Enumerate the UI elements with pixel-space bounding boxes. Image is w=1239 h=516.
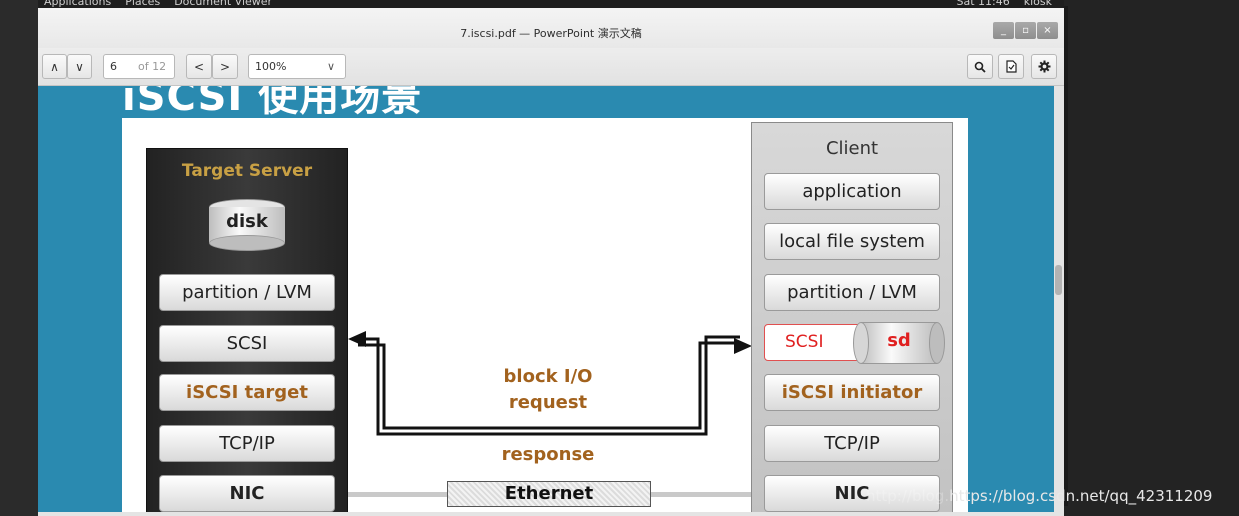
watermark: http://blog.https://blog.csdn.net/qq_423… [866, 487, 1212, 505]
toolbar: ∧ ∨ 6 of 12 < > 100% ∨ [38, 48, 1064, 86]
client-layer-tcpip: TCP/IP [764, 425, 940, 462]
server-layer-nic: NIC [159, 475, 335, 512]
previous-page-button[interactable]: ∧ [42, 54, 67, 79]
applications-menu[interactable]: Applications [44, 0, 111, 8]
chevron-left-icon: < [193, 59, 205, 74]
client-scsi-label: SCSI [785, 332, 824, 352]
desktop-top-bar: Applications Places Document Viewer Sat … [38, 0, 1064, 8]
sd-label: sd [887, 330, 911, 351]
sd-cylinder: sd [853, 322, 945, 364]
history-forward-button[interactable]: > [212, 54, 238, 79]
history-back-button[interactable]: < [186, 54, 212, 79]
watermark-faint: http://blog. [866, 487, 950, 505]
disk-cylinder: disk [209, 199, 285, 251]
document-view[interactable]: iSCSI 使用场景 Target Server disk partition … [38, 86, 1054, 512]
zoom-dropdown-icon[interactable]: ∨ [327, 60, 335, 73]
outer-scrollbar[interactable] [1064, 6, 1068, 506]
chevron-down-icon: ∨ [75, 59, 84, 74]
disk-label: disk [226, 211, 268, 232]
slide-title: iSCSI 使用场景 [122, 86, 423, 120]
settings-button[interactable] [1031, 54, 1057, 79]
server-layer-iscsi-target: iSCSI target [159, 374, 335, 411]
close-button[interactable]: × [1037, 22, 1058, 39]
document-viewer-window: 7.iscsi.pdf — PowerPoint 演示文稿 _ ▫ × ∧ ∨ … [38, 8, 1064, 516]
chevron-up-icon: ∧ [50, 59, 59, 74]
client-layer-local-file-system: local file system [764, 223, 940, 260]
places-menu[interactable]: Places [125, 0, 160, 8]
server-layer-tcpip: TCP/IP [159, 425, 335, 462]
arrow-head-left [348, 331, 366, 347]
search-icon [974, 61, 986, 73]
slide-content: Target Server disk partition / LVM SCSI … [122, 118, 968, 512]
client-layer-application: application [764, 173, 940, 210]
watermark-text: https://blog.csdn.net/qq_42311209 [949, 487, 1213, 505]
arrow-head-right [734, 338, 752, 354]
zoom-select[interactable]: 100% ∨ [248, 54, 346, 79]
search-button[interactable] [967, 54, 993, 79]
user-menu[interactable]: kiosk [1024, 0, 1052, 8]
chevron-right-icon: > [219, 59, 231, 74]
client-layer-scsi: SCSI sd [764, 322, 945, 364]
client-layer-partition: partition / LVM [764, 274, 940, 311]
page-total-label: of 12 [138, 60, 167, 73]
maximize-button[interactable]: ▫ [1015, 22, 1036, 39]
gear-icon [1038, 60, 1050, 73]
client-box: Client application local file system par… [751, 122, 953, 512]
client-title: Client [825, 138, 879, 159]
document-viewer-menu[interactable]: Document Viewer [174, 0, 272, 8]
server-layer-partition: partition / LVM [159, 274, 335, 311]
document-icon [1005, 60, 1017, 73]
titlebar[interactable]: 7.iscsi.pdf — PowerPoint 演示文稿 _ ▫ × [38, 8, 1064, 48]
document-horizontal-scrollbar[interactable] [38, 512, 1064, 516]
minimize-button[interactable]: _ [993, 22, 1014, 39]
page-number-value: 6 [110, 60, 117, 73]
document-vertical-scrollbar[interactable] [1054, 86, 1064, 512]
vertical-scrollbar-thumb[interactable] [1055, 265, 1062, 295]
client-layer-iscsi-initiator: iSCSI initiator [764, 374, 940, 411]
ethernet-label: Ethernet [447, 481, 651, 507]
page-number-input[interactable]: 6 of 12 [103, 54, 175, 79]
zoom-value: 100% [255, 60, 287, 73]
request-label: request [508, 392, 588, 413]
target-server-box: Target Server disk partition / LVM SCSI … [146, 148, 348, 512]
clock[interactable]: Sat 11:46 [957, 0, 1010, 8]
next-page-button[interactable]: ∨ [67, 54, 92, 79]
block-io-label: block I/O [503, 366, 593, 387]
page-view-button[interactable] [998, 54, 1024, 79]
target-server-title: Target Server [181, 161, 313, 181]
window-title: 7.iscsi.pdf — PowerPoint 演示文稿 [460, 27, 642, 40]
background-area [1064, 0, 1239, 516]
server-layer-scsi: SCSI [159, 325, 335, 362]
response-label: response [501, 444, 595, 465]
